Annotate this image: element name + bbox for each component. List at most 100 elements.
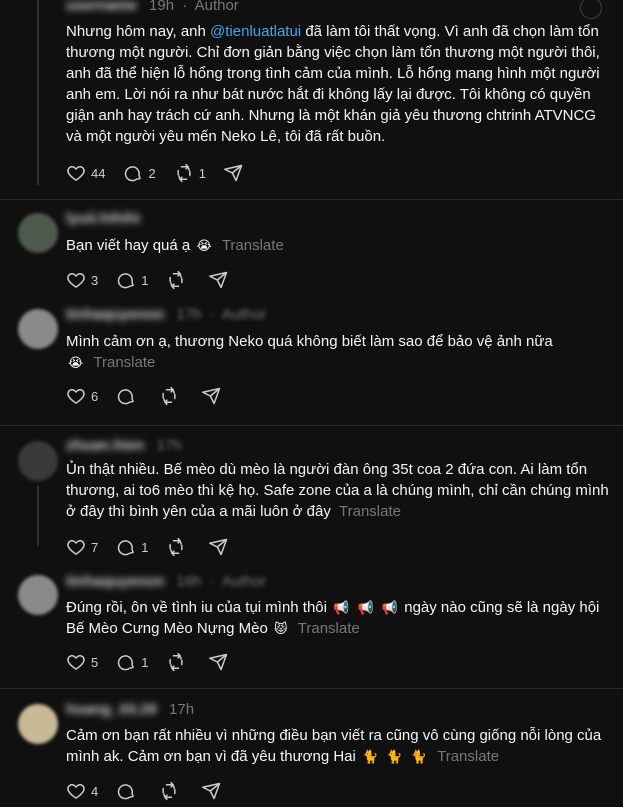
avatar[interactable] [18, 309, 58, 349]
share-button[interactable] [202, 781, 227, 801]
repost-button[interactable] [159, 781, 184, 801]
share-button[interactable] [209, 537, 234, 557]
share-icon [202, 386, 222, 406]
comment-text: Mình cảm ơn ạ, thương Neko quá không biế… [66, 333, 553, 371]
like-button[interactable]: 7 [66, 537, 98, 557]
divider [0, 199, 623, 200]
post-time: 17h [169, 701, 195, 718]
comment-text: Ủn thật nhiều. Bế mèo dù mèo là người đà… [66, 461, 609, 520]
repost-button[interactable] [166, 270, 191, 290]
heart-icon [66, 652, 86, 672]
heart-icon [66, 537, 86, 557]
emoji: 📢 [381, 600, 399, 615]
translate-link[interactable]: Translate [93, 354, 155, 371]
mention-link[interactable]: @tienluatlatui [210, 23, 301, 40]
comment-icon [116, 386, 136, 406]
avatar[interactable] [18, 704, 58, 744]
main-post-text: Nhưng hôm nay, anh @tienluatlatui đã làm… [66, 23, 600, 145]
post-header: username 19h · Author [66, 0, 239, 14]
repost-icon [166, 537, 186, 557]
share-button[interactable] [209, 270, 234, 290]
comment-icon [123, 163, 143, 183]
repost-button[interactable]: 1 [174, 163, 206, 183]
like-button[interactable]: 6 [66, 386, 98, 406]
emoji: 😭 [196, 238, 212, 253]
translate-link[interactable]: Translate [437, 748, 499, 765]
repost-icon [159, 781, 179, 801]
avatar[interactable] [18, 441, 58, 481]
comment-actions: 6 [66, 386, 245, 406]
username[interactable]: tinhaquyenon [66, 306, 164, 323]
emoji: 😭 [68, 355, 84, 370]
divider [0, 425, 623, 426]
share-button[interactable] [202, 386, 227, 406]
repost-button[interactable] [166, 537, 191, 557]
main-post-actions: 44 2 1 [66, 163, 267, 183]
like-button[interactable]: 4 [66, 781, 98, 801]
avatar[interactable] [18, 575, 58, 615]
emoji: 🐈 [410, 749, 427, 764]
translate-link[interactable]: Translate [298, 620, 360, 637]
like-button[interactable]: 44 [66, 163, 105, 183]
comment-actions: 5 1 [66, 652, 252, 672]
repost-icon [166, 652, 186, 672]
comment-actions: 4 [66, 781, 245, 801]
thread-line [37, 0, 39, 185]
username[interactable]: hoang_03.29 [66, 701, 157, 718]
share-icon [209, 537, 229, 557]
more-icon[interactable] [580, 0, 602, 19]
reply-button[interactable] [116, 386, 141, 406]
heart-icon [66, 781, 86, 801]
share-button[interactable] [224, 163, 249, 183]
comment-text: Bạn viết hay quá ạ 😭 Translate [66, 237, 284, 254]
username[interactable]: lyuii.hihihi [66, 210, 140, 227]
comment-actions: 7 1 [66, 537, 252, 557]
repost-button[interactable] [166, 652, 191, 672]
like-button[interactable]: 3 [66, 270, 98, 290]
comment-text: Cảm ơn bạn rất nhiều vì những điều bạn v… [66, 727, 602, 765]
repost-icon [159, 386, 179, 406]
avatar[interactable] [18, 213, 58, 253]
post-time: 17h [156, 437, 182, 454]
emoji: 📢 [333, 600, 350, 615]
share-icon [209, 652, 229, 672]
translate-link[interactable]: Translate [222, 237, 284, 254]
comment-header: tinhaquyenon 17h · Author [66, 306, 267, 323]
thread-line [37, 486, 39, 546]
share-button[interactable] [209, 652, 234, 672]
author-tag: Author [222, 306, 267, 323]
comment-actions: 3 1 [66, 270, 252, 290]
share-icon [224, 163, 244, 183]
comment-text: Đúng rồi, ôn về tình iu của tụi mình thô… [66, 599, 600, 637]
reply-button[interactable]: 1 [116, 270, 148, 290]
share-icon [209, 270, 229, 290]
like-button[interactable]: 5 [66, 652, 98, 672]
comment-header: zhuan.hien 17h [66, 437, 182, 454]
author-tag: Author [222, 573, 267, 590]
comment-header: lyuii.hihihi [66, 210, 140, 227]
post-time: 16h [176, 573, 202, 590]
translate-link[interactable]: Translate [339, 503, 401, 520]
repost-icon [174, 163, 194, 183]
username[interactable]: username [66, 0, 137, 14]
username[interactable]: tinhaquyenon [66, 573, 164, 590]
heart-icon [66, 163, 86, 183]
comment-icon [116, 652, 136, 672]
repost-button[interactable] [159, 386, 184, 406]
reply-button[interactable] [116, 781, 141, 801]
heart-icon [66, 386, 86, 406]
post-time: 17h [176, 306, 202, 323]
emoji: 😾 [274, 621, 288, 636]
emoji: 🐈 [362, 749, 379, 764]
comment-header: hoang_03.29 17h [66, 701, 194, 718]
emoji: 🐈 [386, 749, 403, 764]
post-time: 19h [149, 0, 175, 14]
comment-icon [116, 270, 136, 290]
reply-button[interactable]: 1 [116, 537, 148, 557]
reply-button[interactable]: 1 [116, 652, 148, 672]
username[interactable]: zhuan.hien [66, 437, 144, 454]
share-icon [202, 781, 222, 801]
comment-icon [116, 537, 136, 557]
repost-icon [166, 270, 186, 290]
reply-button[interactable]: 2 [123, 163, 156, 183]
